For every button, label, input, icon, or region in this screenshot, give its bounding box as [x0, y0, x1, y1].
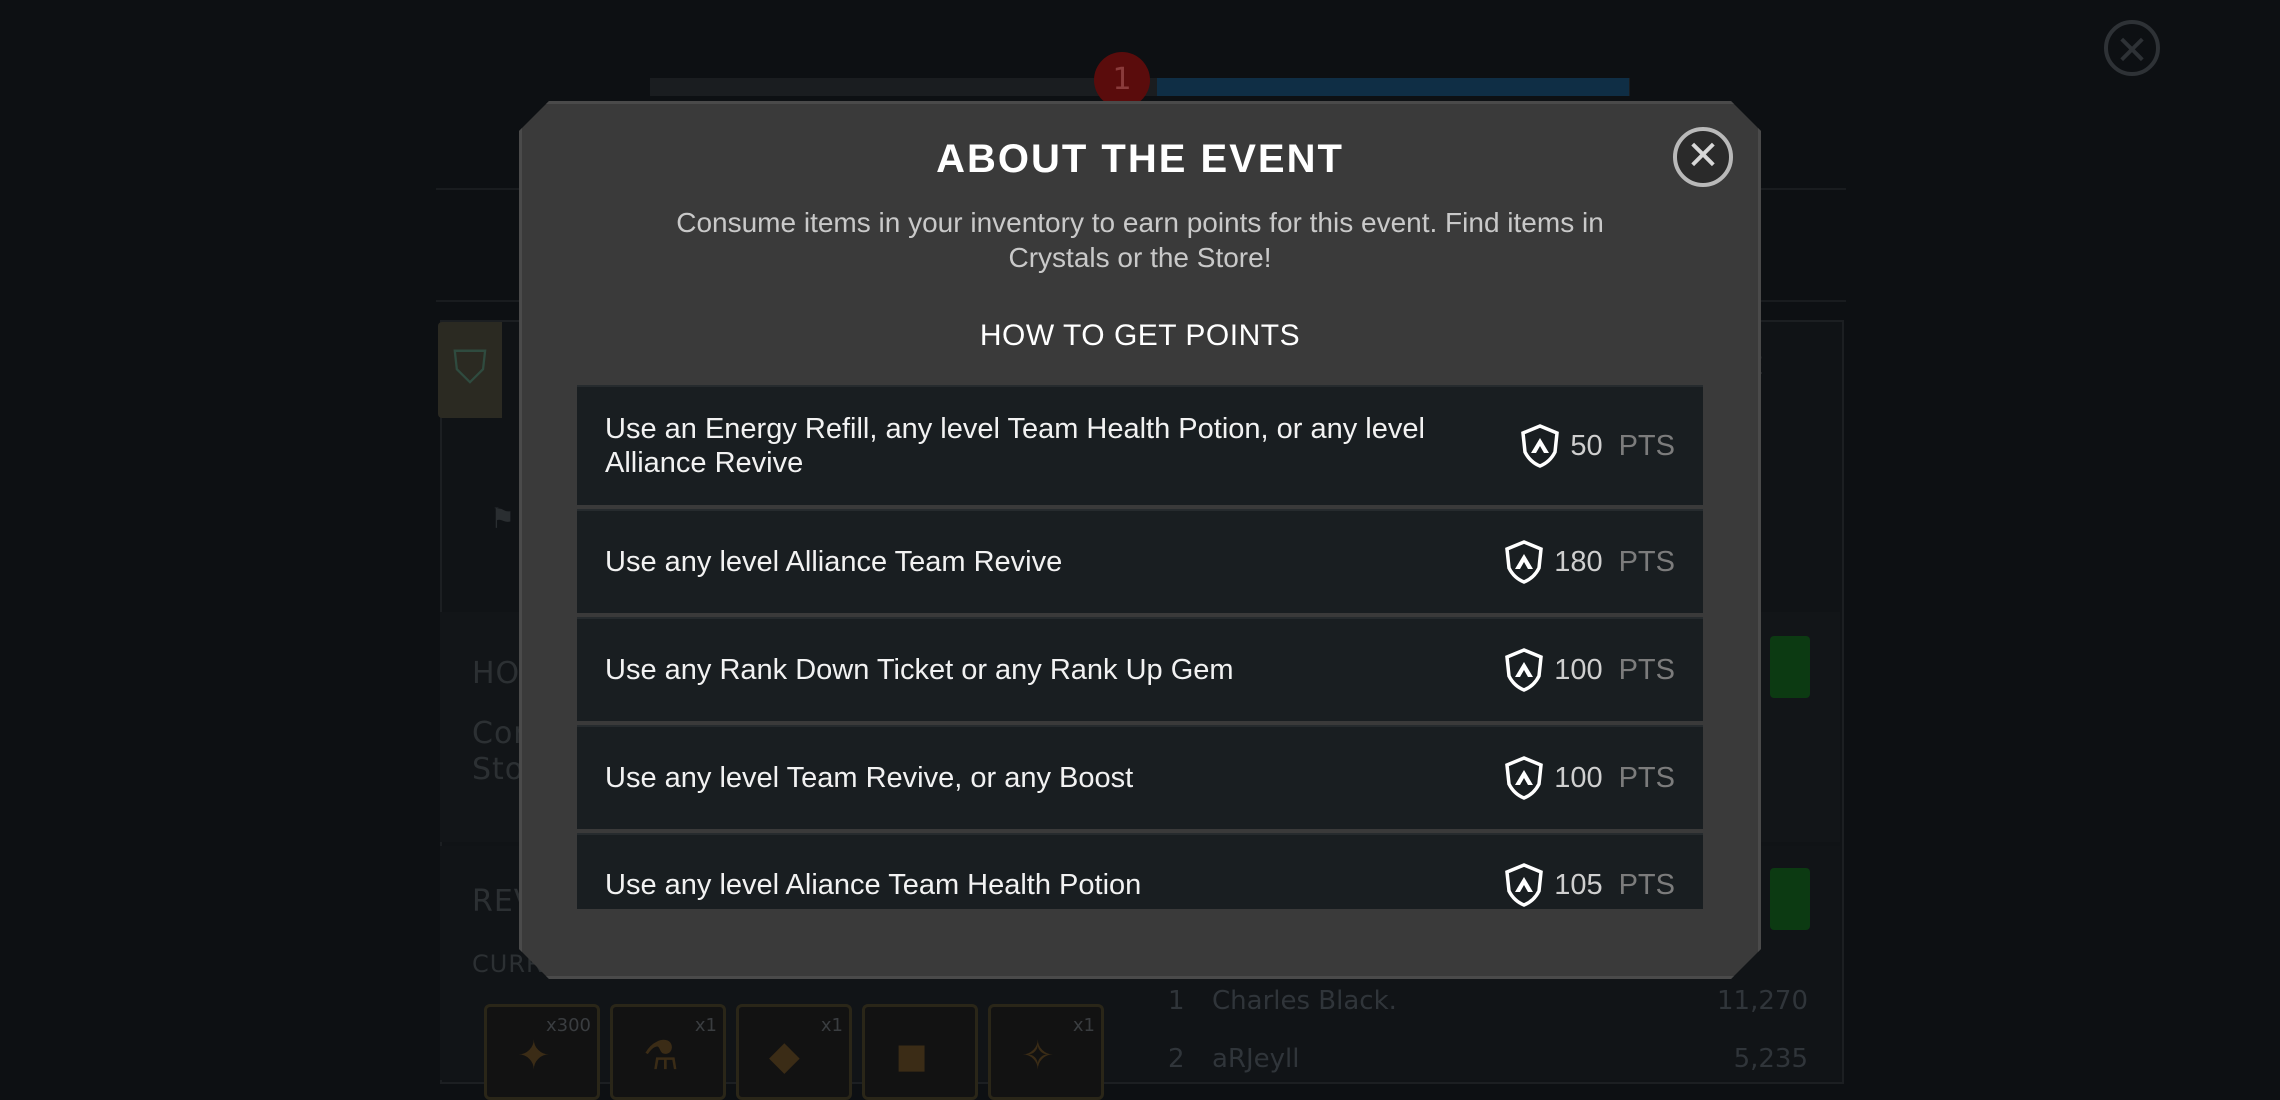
points-row: Use any level Team Revive, or any Boost … — [577, 725, 1703, 829]
reward-item: ◼ — [862, 1004, 978, 1100]
alliance-shield-icon — [1520, 424, 1560, 468]
points-number: 180 — [1554, 545, 1603, 578]
points-unit: PTS — [1618, 653, 1675, 686]
points-row: Use any Rank Down Ticket or any Rank Up … — [577, 617, 1703, 721]
item-quantity: x1 — [694, 1015, 717, 1036]
points-row-text: Use an Energy Refill, any level Team Hea… — [605, 413, 1425, 479]
how-to-text: Cor — [472, 716, 527, 751]
progress-bar-fill — [1157, 78, 1629, 96]
flag-icon: ⚑ — [490, 502, 516, 535]
about-event-modal: ABOUT THE EVENT ✕ Consume items in your … — [519, 101, 1761, 979]
reward-item: ✦ x300 — [484, 1004, 600, 1100]
close-icon: ✕ — [2104, 20, 2160, 76]
reward-item: ⚗ x1 — [610, 1004, 726, 1100]
points-unit: PTS — [1618, 545, 1675, 578]
leaderboard-row: 2 aRJeyll 5,235 — [1168, 1044, 1808, 1084]
points-row: Use an Energy Refill, any level Team Hea… — [577, 385, 1703, 505]
reward-item: ✧ x1 — [988, 1004, 1104, 1100]
points-unit: PTS — [1618, 868, 1675, 901]
shard-icon: ✧ — [1021, 1033, 1055, 1079]
potion-icon: ⚗ — [643, 1033, 679, 1079]
level-badge: 1 — [1094, 52, 1150, 108]
points-value: 180 PTS — [1504, 540, 1675, 584]
event-description: Consume items in your inventory to earn … — [676, 207, 1604, 273]
points-row: Use any level Alliance Team Revive 180 PT… — [577, 509, 1703, 613]
points-row: Use any level Aliance Team Health Potion… — [577, 833, 1703, 909]
alliance-shield-icon — [1504, 648, 1544, 692]
green-button — [1770, 636, 1810, 698]
how-to-text: Sto — [472, 752, 525, 787]
points-row-text: Use any level Alliance Team Revive — [605, 546, 1063, 578]
points-value: 100 PTS — [1504, 756, 1675, 800]
player-name: Charles Black. — [1212, 986, 1397, 1016]
points-row-text: Use any level Team Revive, or any Boost — [605, 762, 1134, 794]
item-quantity: x1 — [1072, 1015, 1095, 1036]
how-to-heading: HO — [472, 656, 521, 691]
points-row-text: Use any level Aliance Team Health Potion — [605, 869, 1142, 901]
points-value: 100 PTS — [1504, 648, 1675, 692]
alliance-tab: ⛉ — [438, 322, 502, 418]
reward-item: ◆ x1 — [736, 1004, 852, 1100]
rank-number: 2 — [1168, 1044, 1185, 1074]
modal-title: ABOUT THE EVENT — [936, 137, 1344, 181]
points-number: 100 — [1554, 653, 1603, 686]
player-name: aRJeyll — [1212, 1044, 1300, 1074]
item-quantity: x300 — [545, 1015, 591, 1036]
points-unit: PTS — [1618, 761, 1675, 794]
alliance-shield-icon — [1504, 756, 1544, 800]
alliance-shield-icon: ⛉ — [452, 340, 488, 394]
points-number: 100 — [1554, 761, 1603, 794]
stone-icon: ◼ — [895, 1033, 929, 1079]
leaderboard-row: 1 Charles Black. 11,270 — [1168, 986, 1808, 1026]
close-icon[interactable]: ✕ — [1673, 127, 1733, 187]
alliance-shield-icon — [1504, 863, 1544, 907]
player-score: 5,235 — [1733, 1044, 1808, 1074]
points-value: 105 PTS — [1504, 863, 1675, 907]
section-heading: HOW TO GET POINTS — [979, 319, 1301, 352]
green-button — [1770, 868, 1810, 930]
points-number: 105 — [1554, 868, 1603, 901]
points-unit: PTS — [1618, 429, 1675, 462]
alliance-shield-icon — [1504, 540, 1544, 584]
player-score: 11,270 — [1717, 986, 1808, 1016]
crystal-icon: ✦ — [517, 1033, 551, 1079]
points-list[interactable]: Use an Energy Refill, any level Team Hea… — [577, 385, 1703, 909]
item-quantity: x1 — [820, 1015, 843, 1036]
points-value: 50 PTS — [1520, 424, 1675, 468]
points-number: 50 — [1570, 429, 1603, 462]
points-row-text: Use any Rank Down Ticket or any Rank Up … — [605, 654, 1234, 686]
gem-icon: ◆ — [769, 1033, 800, 1079]
rank-number: 1 — [1168, 986, 1185, 1016]
